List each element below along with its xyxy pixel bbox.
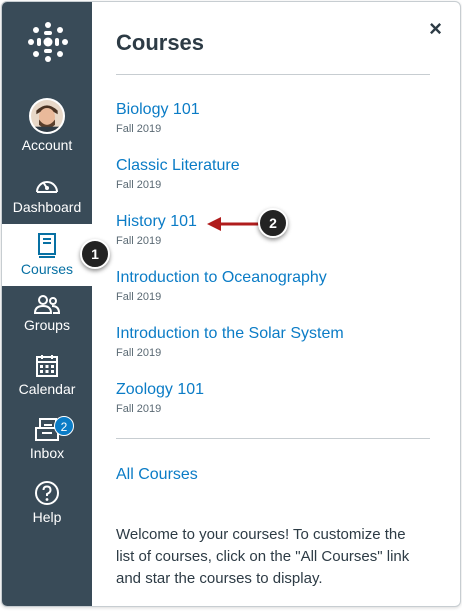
nav-label-courses: Courses [20,261,74,277]
course-link[interactable]: History 101 [116,213,197,231]
nav-item-dashboard[interactable]: Dashboard [2,174,92,230]
help-icon [35,481,59,505]
nav-item-account[interactable]: Account [2,98,92,158]
avatar [29,98,65,134]
nav-label-account: Account [21,137,73,153]
course-item-zoology-101: Zoology 101 Fall 2019 [116,381,204,415]
nav-label-help: Help [32,509,62,525]
course-term: Fall 2019 [116,179,162,191]
course-link[interactable]: Biology 101 [116,101,200,119]
course-item-classic-literature: Classic Literature Fall 2019 [116,157,240,191]
course-term: Fall 2019 [116,235,162,247]
course-link[interactable]: Classic Literature [116,157,240,175]
divider [116,74,430,75]
divider [116,438,430,439]
speedometer-icon [36,181,58,193]
calendar-icon [36,355,58,377]
app-frame: Account Dashboard Courses Groups Calenda… [1,1,461,607]
courses-tray: Courses × Biology 101 Fall 2019 Classic … [92,2,460,606]
people-icon [33,295,61,314]
inbox-unread-badge: 2 [54,416,74,436]
book-icon [38,233,56,258]
welcome-message: Welcome to your courses! To customize th… [116,526,410,587]
course-item-introduction-to-oceanography: Introduction to Oceanography Fall 2019 [116,269,327,303]
canvas-logo-icon[interactable] [26,20,70,64]
nav-label-dashboard: Dashboard [12,199,82,215]
nav-item-courses[interactable]: Courses [2,224,92,286]
nav-label-groups: Groups [24,317,70,333]
course-term: Fall 2019 [116,403,162,415]
course-link[interactable]: Zoology 101 [116,381,204,399]
nav-item-groups[interactable]: Groups [2,294,92,344]
course-item-introduction-to-the-solar-system: Introduction to the Solar System Fall 20… [116,325,344,359]
course-term: Fall 2019 [116,347,162,359]
nav-label-calendar: Calendar [18,381,76,397]
step-marker-2: 2 [258,208,288,238]
course-item-biology-101: Biology 101 Fall 2019 [116,101,200,135]
course-term: Fall 2019 [116,123,162,135]
nav-item-help[interactable]: Help [2,480,92,530]
course-term: Fall 2019 [116,291,162,303]
global-nav: Account Dashboard Courses Groups Calenda… [2,2,92,606]
nav-item-calendar[interactable]: Calendar [2,354,92,406]
close-icon[interactable]: × [429,16,442,42]
all-courses-link[interactable]: All Courses [116,466,198,484]
course-link[interactable]: Introduction to Oceanography [116,269,327,287]
course-item-history-101: History 101 Fall 2019 [116,213,197,247]
nav-item-inbox[interactable]: 2 Inbox [2,416,92,468]
course-link[interactable]: Introduction to the Solar System [116,325,344,343]
nav-label-inbox: Inbox [29,445,65,461]
tray-title: Courses [116,30,205,55]
